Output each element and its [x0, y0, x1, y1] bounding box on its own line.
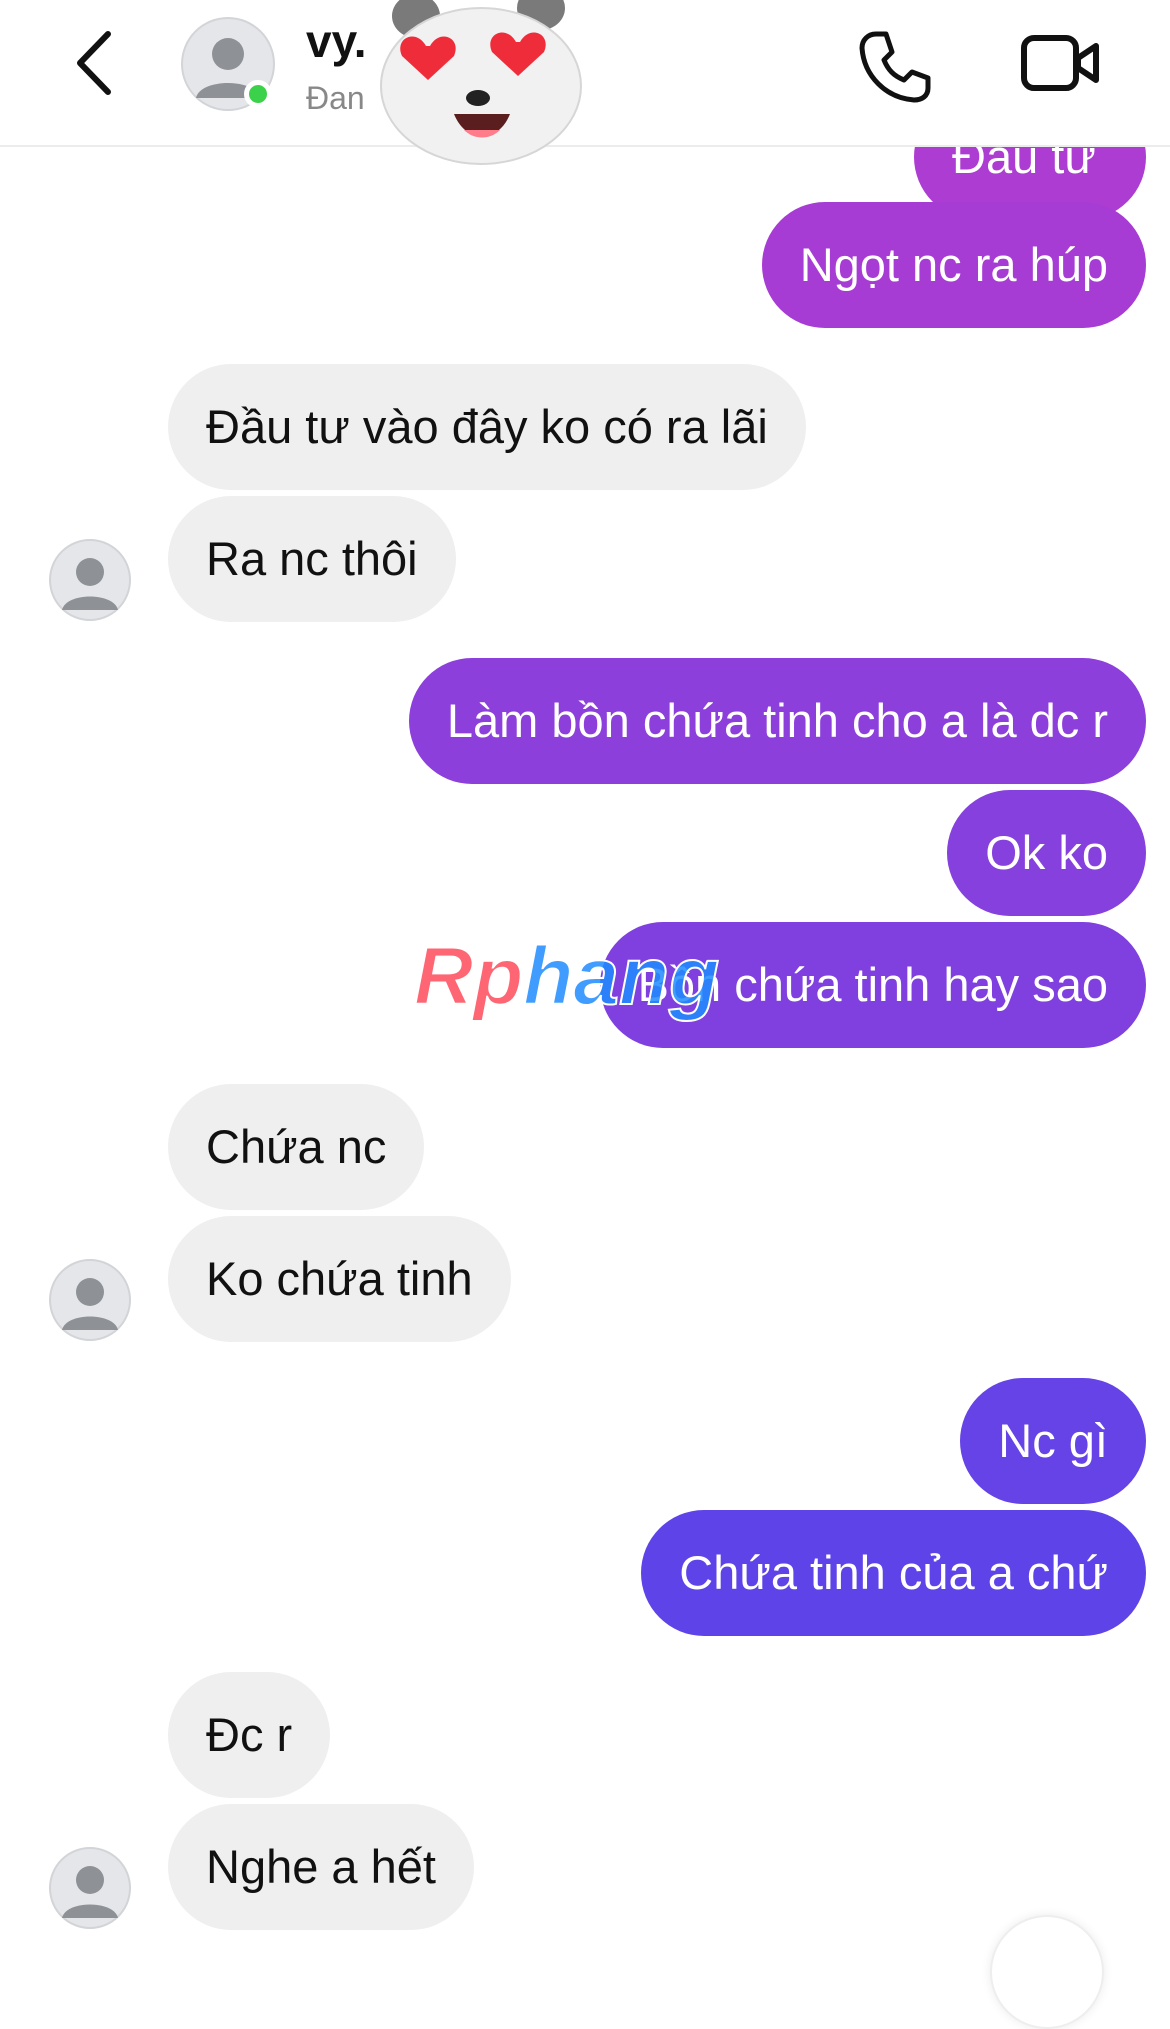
message-bubble-incoming[interactable]: Chứa nc	[168, 1084, 425, 1210]
online-status-dot	[244, 80, 272, 108]
sender-avatar[interactable]	[48, 1846, 132, 1930]
message-bubble-incoming[interactable]: Đc r	[168, 1672, 331, 1798]
message-bubble-outgoing[interactable]: Ngọt nc ra húp	[761, 202, 1146, 328]
sender-avatar[interactable]	[48, 538, 132, 622]
chevron-left-icon[interactable]	[70, 28, 120, 98]
message-bubble-incoming[interactable]: Ra nc thôi	[168, 496, 456, 622]
message-bubble-outgoing[interactable]: Ok ko	[947, 790, 1146, 916]
scroll-to-bottom-button[interactable]	[990, 1915, 1104, 2029]
svg-text:Rphang: Rphang	[414, 931, 719, 1022]
heart-eyes-bear-sticker	[380, 0, 582, 165]
message-bubble-outgoing[interactable]: Làm bồn chứa tinh cho a là dc r	[408, 658, 1146, 784]
sender-avatar[interactable]	[48, 1258, 132, 1342]
message-bubble-incoming[interactable]: Đầu tư vào đây ko có ra lãi	[168, 364, 806, 490]
video-camera-icon[interactable]	[1020, 28, 1100, 98]
phone-icon[interactable]	[856, 28, 934, 106]
message-bubble-outgoing[interactable]: Nc gì	[960, 1378, 1146, 1504]
message-bubble-incoming[interactable]: Nghe a hết	[168, 1804, 474, 1930]
message-bubble-incoming[interactable]: Ko chứa tinh	[168, 1216, 511, 1342]
watermark-logo: Rphang	[413, 930, 720, 1023]
message-bubble-outgoing[interactable]: Chứa tinh của a chứ	[641, 1510, 1146, 1636]
